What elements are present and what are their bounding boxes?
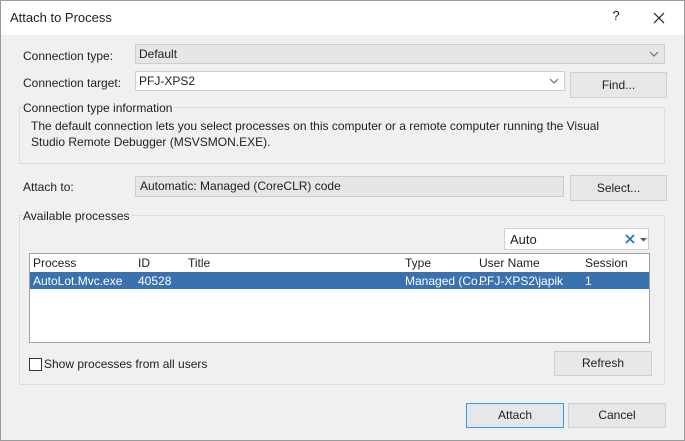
process-list-header: Process ID Title Type User Name Session: [30, 254, 649, 271]
available-processes-heading: Available processes: [23, 209, 132, 223]
process-filter-combo[interactable]: Auto: [504, 228, 649, 250]
title-bar: Attach to Process ?: [1, 1, 684, 35]
chevron-down-icon: [648, 47, 660, 61]
column-header-title[interactable]: Title: [188, 256, 210, 270]
process-session-cell: 1: [585, 274, 592, 288]
process-list[interactable]: Process ID Title Type User Name Session …: [29, 253, 650, 343]
connection-target-label: Connection target:: [23, 76, 122, 90]
chevron-down-icon[interactable]: [639, 232, 648, 246]
column-header-user-name[interactable]: User Name: [479, 256, 540, 270]
attach-to-field: Automatic: Managed (CoreCLR) code: [135, 176, 564, 197]
close-icon[interactable]: [647, 6, 671, 30]
attach-to-value: Automatic: Managed (CoreCLR) code: [140, 179, 341, 193]
table-row[interactable]: AutoLot.Mvc.exe 40528 Managed (Co... PFJ…: [30, 272, 649, 289]
process-type-cell: Managed (Co...: [405, 274, 488, 288]
connection-type-label: Connection type:: [23, 49, 114, 63]
attach-to-label: Attach to:: [23, 180, 74, 194]
attach-to-process-dialog: Attach to Process ? Connection type: Def…: [0, 0, 685, 441]
select-button[interactable]: Select...: [570, 175, 667, 201]
show-all-users-label[interactable]: Show processes from all users: [44, 357, 207, 371]
column-header-id[interactable]: ID: [138, 256, 150, 270]
connection-info-text: The default connection lets you select p…: [31, 119, 600, 149]
refresh-button[interactable]: Refresh: [554, 351, 652, 376]
clear-filter-icon[interactable]: [623, 231, 637, 247]
column-header-type[interactable]: Type: [405, 256, 431, 270]
process-name-cell: AutoLot.Mvc.exe: [33, 274, 123, 288]
connection-target-value: PFJ-XPS2: [139, 74, 196, 88]
attach-button[interactable]: Attach: [466, 403, 564, 428]
process-user-cell: PFJ-XPS2\japik: [479, 274, 564, 288]
column-header-session[interactable]: Session: [585, 256, 628, 270]
column-header-process[interactable]: Process: [33, 256, 76, 270]
find-button[interactable]: Find...: [570, 72, 667, 98]
connection-type-dropdown[interactable]: Default: [135, 44, 665, 64]
help-button[interactable]: ?: [607, 8, 625, 28]
connection-target-dropdown[interactable]: PFJ-XPS2: [135, 71, 565, 91]
chevron-down-icon: [548, 74, 560, 88]
connection-info-heading: Connection type information: [23, 101, 175, 115]
show-all-users-checkbox[interactable]: [29, 358, 42, 371]
process-id-cell: 40528: [138, 274, 172, 288]
dialog-title: Attach to Process: [10, 10, 112, 25]
connection-type-value: Default: [139, 47, 178, 61]
cancel-button[interactable]: Cancel: [568, 403, 666, 428]
process-filter-value: Auto: [510, 232, 537, 247]
